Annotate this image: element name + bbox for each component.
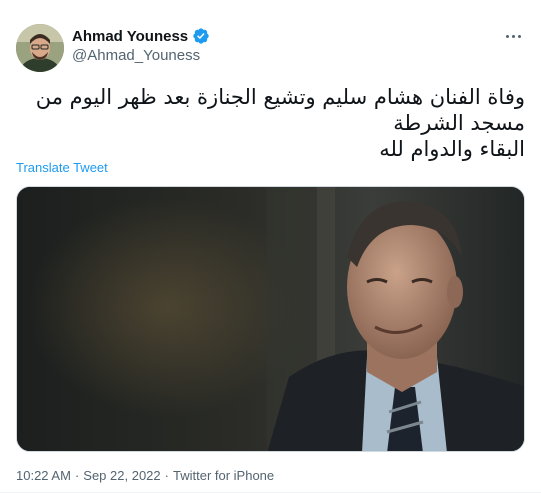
translate-tweet-link[interactable]: Translate Tweet (16, 160, 108, 175)
tweet-date[interactable]: Sep 22, 2022 (83, 468, 160, 483)
more-dot (511, 34, 515, 38)
tweet-text-line: مسجد الشرطة (393, 111, 525, 135)
tweet-card: Ahmad Youness @Ahmad_Youness وفاة الفنان… (0, 0, 541, 493)
tweet-meta: 10:22 AM · Sep 22, 2022 · Twitter for iP… (16, 468, 274, 483)
tweet-text-line: وفاة الفنان هشام سليم وتشيع الجنازة بعد … (35, 85, 525, 109)
author-name-row: Ahmad Youness (72, 26, 210, 46)
tweet-text-line: البقاء والدوام لله (379, 137, 525, 161)
more-dot (505, 34, 509, 38)
author-handle[interactable]: @Ahmad_Youness (72, 46, 210, 66)
tweet-source: Twitter for iPhone (172, 468, 275, 483)
author-display-name[interactable]: Ahmad Youness (72, 28, 188, 45)
tweet-media-photo[interactable] (16, 186, 525, 452)
tweet-text: وفاة الفنان هشام سليم وتشيع الجنازة بعد … (18, 84, 525, 162)
photo-image (17, 187, 524, 451)
author-block: Ahmad Youness @Ahmad_Youness (72, 26, 210, 66)
tweet-time[interactable]: 10:22 AM (16, 468, 71, 483)
more-options-icon[interactable] (501, 26, 525, 46)
avatar-image (16, 24, 64, 72)
author-avatar[interactable] (16, 24, 64, 72)
meta-separator: · (74, 468, 80, 483)
more-dot (517, 34, 521, 38)
verified-badge-icon (192, 27, 210, 45)
meta-separator: · (164, 468, 169, 483)
